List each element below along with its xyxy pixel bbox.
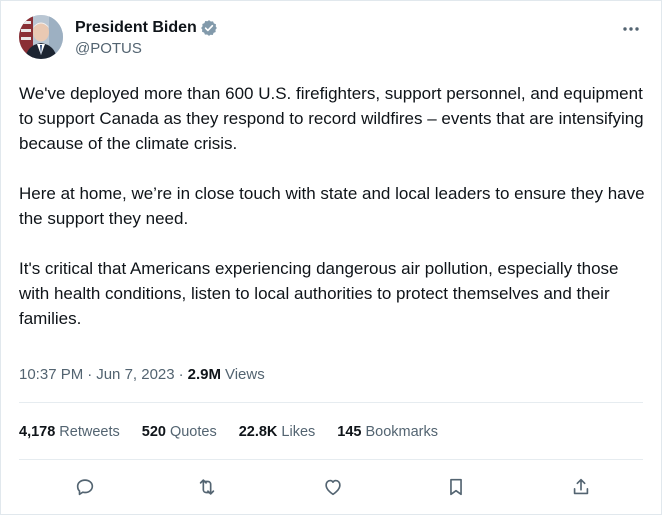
share-icon[interactable] [569,475,593,499]
tweet-paragraph: Here at home, we’re in close touch with … [19,184,645,228]
meta-separator: · [178,365,184,383]
tweet-paragraph: It's critical that Americans experiencin… [19,259,619,328]
tweet-header: President Biden @POTUS [19,15,645,63]
tweet-time[interactable]: 10:37 PM [19,366,83,383]
likes-label: Likes [281,424,316,440]
more-options-icon[interactable] [621,19,641,39]
bookmarks-label: Bookmarks [365,424,438,440]
retweets-label: Retweets [59,424,120,440]
views-label: Views [224,365,265,383]
bookmarks-stat[interactable]: 145 Bookmarks [337,424,438,440]
retweet-icon[interactable] [195,475,219,499]
quotes-count: 520 [141,424,166,440]
divider [19,402,643,403]
tweet-card: President Biden @POTUS We've deployed mo… [0,0,662,515]
reply-icon[interactable] [73,475,97,499]
display-name-row: President Biden [75,17,218,39]
likes-count: 22.8K [238,424,278,440]
retweets-count: 4,178 [19,424,56,440]
avatar[interactable] [19,15,63,59]
meta-separator: · [87,365,93,383]
engagement-stats: 4,178 Retweets 520 Quotes 22.8K Likes 145 Bo… [19,421,460,443]
author-handle[interactable]: @POTUS [75,40,218,57]
quotes-stat[interactable]: 520 Quotes [142,424,217,440]
tweet-date[interactable]: Jun 7, 2023 [96,366,174,383]
like-icon[interactable] [321,475,345,499]
tweet-paragraph: We've deployed more than 600 U.S. firefi… [19,84,644,153]
tweet-text: We've deployed more than 600 U.S. firefi… [19,81,649,331]
tweet-meta: 10:37 PM · Jun 7, 2023 · 2.9M Views [19,363,265,385]
views-count[interactable]: 2.9M [188,366,221,383]
author-names: President Biden @POTUS [75,17,218,57]
display-name[interactable]: President Biden [75,19,197,37]
action-bar [1,471,662,503]
bookmarks-count: 145 [337,424,362,440]
avatar-image [19,15,63,59]
bookmark-icon[interactable] [444,475,468,499]
retweets-stat[interactable]: 4,178 Retweets [19,424,120,440]
divider [19,459,643,460]
verified-badge-icon [200,19,218,37]
likes-stat[interactable]: 22.8K Likes [239,424,316,440]
quotes-label: Quotes [169,424,217,440]
